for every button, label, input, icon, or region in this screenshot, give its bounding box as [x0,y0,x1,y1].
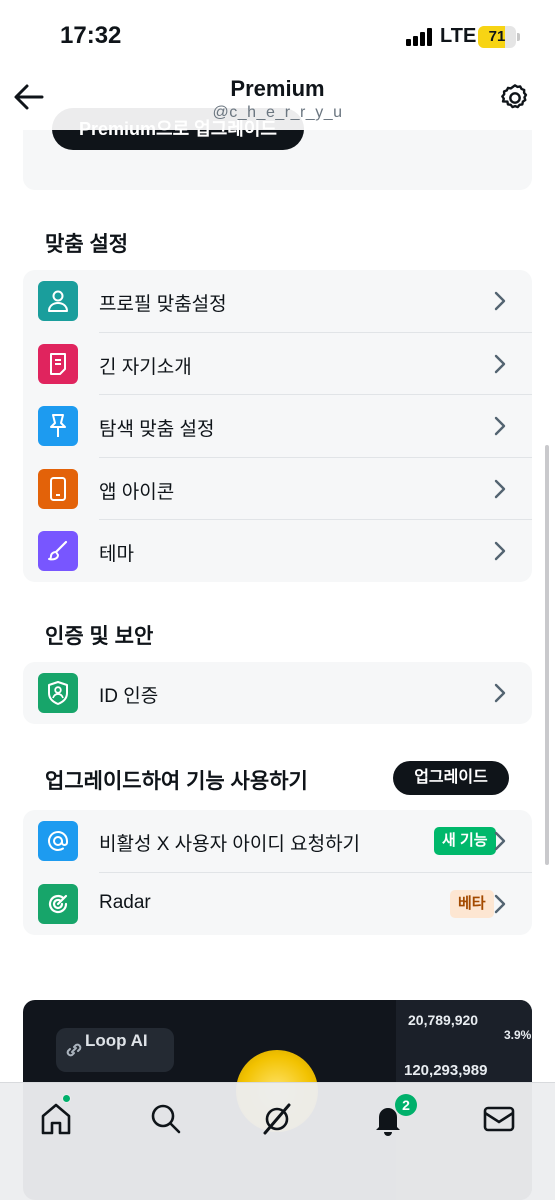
battery-level: 71 [488,28,506,45]
upgrade-card: 비활성 X 사용자 아이디 요청하기 새 기능 Radar 베타 [23,810,532,935]
person-icon [38,281,78,321]
row-label: 프로필 맞춤설정 [99,294,227,315]
settings-row-explore[interactable]: 탐색 맞춤 설정 [23,395,532,458]
chevron-right-icon [494,291,506,311]
beta-badge: 베타 [450,889,494,918]
settings-row-theme[interactable]: 테마 [23,520,532,583]
shield-person-icon [38,673,78,713]
security-card: ID 인증 [23,662,532,724]
settings-row-id-verification[interactable]: ID 인증 [23,662,532,725]
chevron-right-icon [494,541,506,561]
section-title-security: 인증 및 보안 [45,625,154,648]
chevron-right-icon [494,354,506,373]
stat-value: 120,293,989 [404,1062,488,1079]
brush-icon [38,531,78,571]
row-label: ID 인증 [99,686,159,707]
chevron-right-icon [494,683,506,703]
bottom-tab-bar [0,1082,555,1200]
upgrade-button[interactable]: 업그레이드 [393,761,509,795]
notification-badge: 2 [395,1094,417,1116]
scrollbar[interactable] [545,445,549,865]
battery-tip [517,33,520,41]
settings-row-long-bio[interactable]: 긴 자기소개 [23,333,532,395]
document-icon [38,343,78,384]
row-label: 테마 [99,544,134,565]
row-label: 비활성 X 사용자 아이디 요청하기 [99,834,361,855]
home-unread-dot [62,1094,71,1103]
settings-row-app-icon[interactable]: 앱 아이콘 [23,458,532,520]
gear-icon[interactable] [499,82,531,114]
row-label: Radar [99,891,151,913]
grok-icon[interactable] [259,1101,295,1137]
row-label: 앱 아이콘 [99,481,175,503]
chevron-right-icon [494,416,506,436]
new-feature-badge: 새 기능 [434,827,496,855]
customize-card: 프로필 맞춤설정 긴 자기소개 탐색 맞춤 설정 앱 아이콘 테마 [23,270,532,582]
chevron-right-icon [494,831,506,851]
mail-icon[interactable] [481,1101,517,1137]
search-icon[interactable] [148,1101,184,1137]
stat-value: 3.9% [504,1028,532,1042]
promo-chip-label: Loop AI [85,1031,148,1050]
section-title-upgrade: 업그레이드하여 기능 사용하기 [45,770,308,793]
settings-row-inactive-username[interactable]: 비활성 X 사용자 아이디 요청하기 새 기능 [23,810,532,873]
signal-icon [406,28,434,46]
stat-value: 20,789,920 [408,1012,479,1028]
phone-icon [38,468,78,509]
chevron-right-icon [494,479,506,498]
status-bar: 17:32 LTE 71 [0,0,555,70]
row-label: 긴 자기소개 [99,356,192,378]
page-title: Premium [230,76,325,101]
row-label: 탐색 맞춤 설정 [99,419,215,440]
settings-row-profile[interactable]: 프로필 맞춤설정 [23,270,532,333]
settings-row-radar[interactable]: Radar 베타 [23,873,532,936]
section-title-customize: 맞춤 설정 [45,233,129,256]
top-header: Premium @c_h_e_r_r_y_u [0,70,555,130]
at-icon [38,821,78,861]
chevron-right-icon [494,894,506,913]
network-type: LTE [440,25,477,47]
home-icon[interactable] [38,1101,74,1137]
radar-icon [38,883,78,924]
username: @c_h_e_r_r_y_u [212,104,343,121]
link-icon [66,1043,82,1057]
clock: 17:32 [60,22,122,49]
battery-icon: 71 [478,26,516,48]
pin-icon [38,406,78,446]
